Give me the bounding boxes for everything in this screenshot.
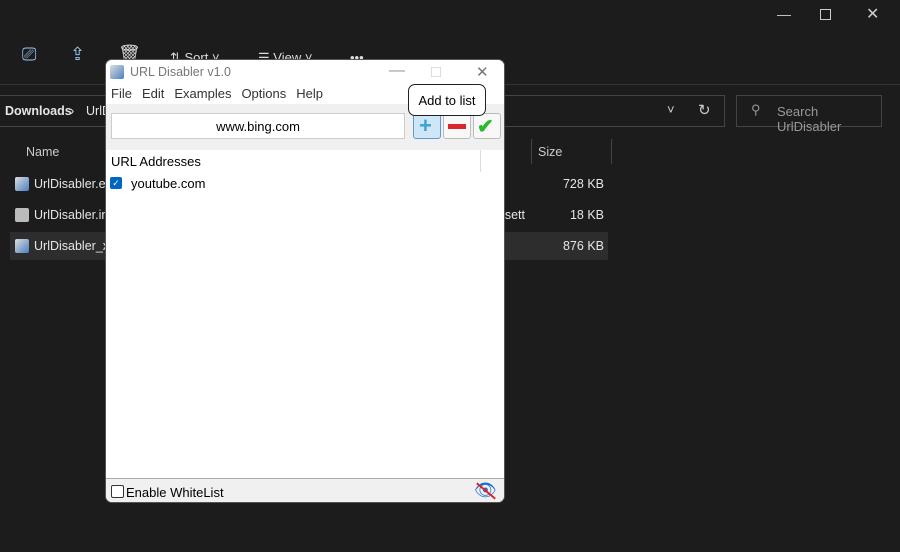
file-name: UrlDisabler.ini <box>34 208 112 222</box>
remove-button[interactable] <box>443 113 471 139</box>
column-size[interactable]: Size <box>538 145 562 159</box>
column-divider[interactable] <box>480 150 481 172</box>
rename-icon[interactable]: ⎚ <box>22 44 36 65</box>
file-size: 18 KB <box>569 208 604 222</box>
minimize-button[interactable]: — <box>389 62 405 80</box>
menu-help[interactable]: Help <box>291 84 328 103</box>
share-icon[interactable]: ⇪ <box>70 44 85 65</box>
file-size: 876 KB <box>562 239 604 253</box>
url-list: URL Addresses ✓ youtube.com <box>106 150 504 478</box>
exe-icon <box>15 239 29 253</box>
url-input[interactable]: www.bing.com <box>111 113 405 139</box>
item-label: youtube.com <box>131 176 206 191</box>
column-name[interactable]: Name <box>26 145 59 159</box>
tooltip: Add to list <box>408 84 486 116</box>
breadcrumb-separator: › <box>70 104 75 118</box>
refresh-icon[interactable]: ↻ <box>698 101 711 119</box>
apply-button[interactable]: ✔ <box>473 113 501 139</box>
search-icon: ⚲ <box>751 102 761 117</box>
maximize-button[interactable] <box>431 67 441 77</box>
status-bar: Enable WhiteList 👁 <box>106 478 504 502</box>
menu-file[interactable]: File <box>106 84 137 103</box>
whitelist-checkbox[interactable] <box>111 485 124 498</box>
column-divider[interactable] <box>611 139 612 164</box>
list-item[interactable]: ✓ youtube.com <box>106 174 486 194</box>
item-checkbox[interactable]: ✓ <box>110 177 122 189</box>
title-bar: URL Disabler v1.0 — ✕ <box>106 60 504 84</box>
column-divider[interactable] <box>531 139 532 164</box>
breadcrumb-downloads[interactable]: Downloads <box>5 104 72 118</box>
chevron-down-icon[interactable]: ˅ <box>667 102 675 117</box>
window-title: URL Disabler v1.0 <box>130 65 231 79</box>
add-button[interactable]: + <box>413 113 441 139</box>
plus-icon: + <box>419 113 432 138</box>
minus-icon <box>448 124 466 129</box>
file-size: 728 KB <box>562 177 604 191</box>
list-header: URL Addresses <box>111 154 201 169</box>
checkmark-icon: ✔ <box>477 116 494 138</box>
whitelist-label: Enable WhiteList <box>126 485 224 500</box>
exe-icon <box>15 177 29 191</box>
menu-options[interactable]: Options <box>236 84 291 103</box>
url-disabler-window: URL Disabler v1.0 — ✕ File Edit Examples Op… <box>105 59 505 503</box>
minimize-button[interactable]: — <box>777 6 791 22</box>
menu-examples[interactable]: Examples <box>169 84 236 103</box>
app-icon <box>110 65 124 79</box>
settings-file-icon <box>15 208 29 222</box>
menu-edit[interactable]: Edit <box>137 84 169 103</box>
search-placeholder: Search UrlDisabler <box>777 104 842 134</box>
maximize-button[interactable] <box>820 9 831 20</box>
close-button[interactable]: ✕ <box>866 4 879 24</box>
search-input[interactable]: ⚲ Search UrlDisabler <box>736 95 882 134</box>
close-button[interactable]: ✕ <box>476 63 489 81</box>
